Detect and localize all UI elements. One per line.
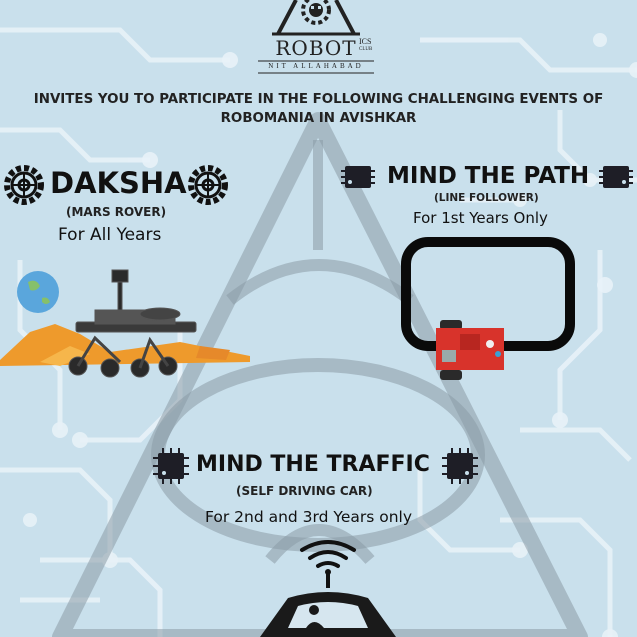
logo-suffix-bottom: CLUB — [359, 47, 373, 52]
mind-the-traffic-subtitle: (SELF DRIVING CAR) — [236, 484, 373, 498]
wifi-icon — [300, 540, 356, 568]
chip-icon — [599, 166, 633, 188]
invite-line-2: ROBOMANIA IN AVISHKAR — [220, 111, 417, 126]
mind-the-traffic-eligibility: For 2nd and 3rd Years only — [205, 508, 413, 526]
logo-subtitle: NIT ALLAHABAD — [268, 62, 364, 70]
mind-the-traffic-title: MIND THE TRAFFIC — [196, 452, 430, 477]
line-follower-illustration — [401, 237, 575, 380]
mind-the-path-subtitle: (LINE FOLLOWER) — [434, 192, 539, 204]
mind-the-path-title: MIND THE PATH — [387, 163, 590, 189]
logo-wordmark: ROBOT — [275, 36, 357, 60]
chip-icon — [442, 448, 478, 484]
gear-icon — [188, 165, 228, 205]
daksha-subtitle: (MARS ROVER) — [66, 205, 167, 219]
invite-text: INVITES YOU TO PARTICIPATE IN THE FOLLOW… — [0, 90, 637, 128]
gear-icon — [4, 165, 44, 205]
logo-suffix-top: ICS — [359, 37, 372, 46]
robotics-club-logo-icon — [272, 0, 360, 36]
mars-rover-illustration — [0, 269, 250, 378]
logo-suffix: ICS CLUB — [359, 38, 372, 54]
daksha-title: DAKSHA — [50, 166, 187, 200]
mind-the-path-eligibility: For 1st Years Only — [413, 209, 548, 227]
self-driving-car-illustration — [260, 540, 396, 637]
chip-icon — [153, 448, 189, 484]
planet-icon — [17, 271, 59, 313]
invite-line-1: INVITES YOU TO PARTICIPATE IN THE FOLLOW… — [33, 92, 604, 107]
daksha-eligibility: For All Years — [58, 225, 162, 245]
line-follower-robot — [436, 320, 504, 380]
chip-icon — [341, 166, 375, 188]
